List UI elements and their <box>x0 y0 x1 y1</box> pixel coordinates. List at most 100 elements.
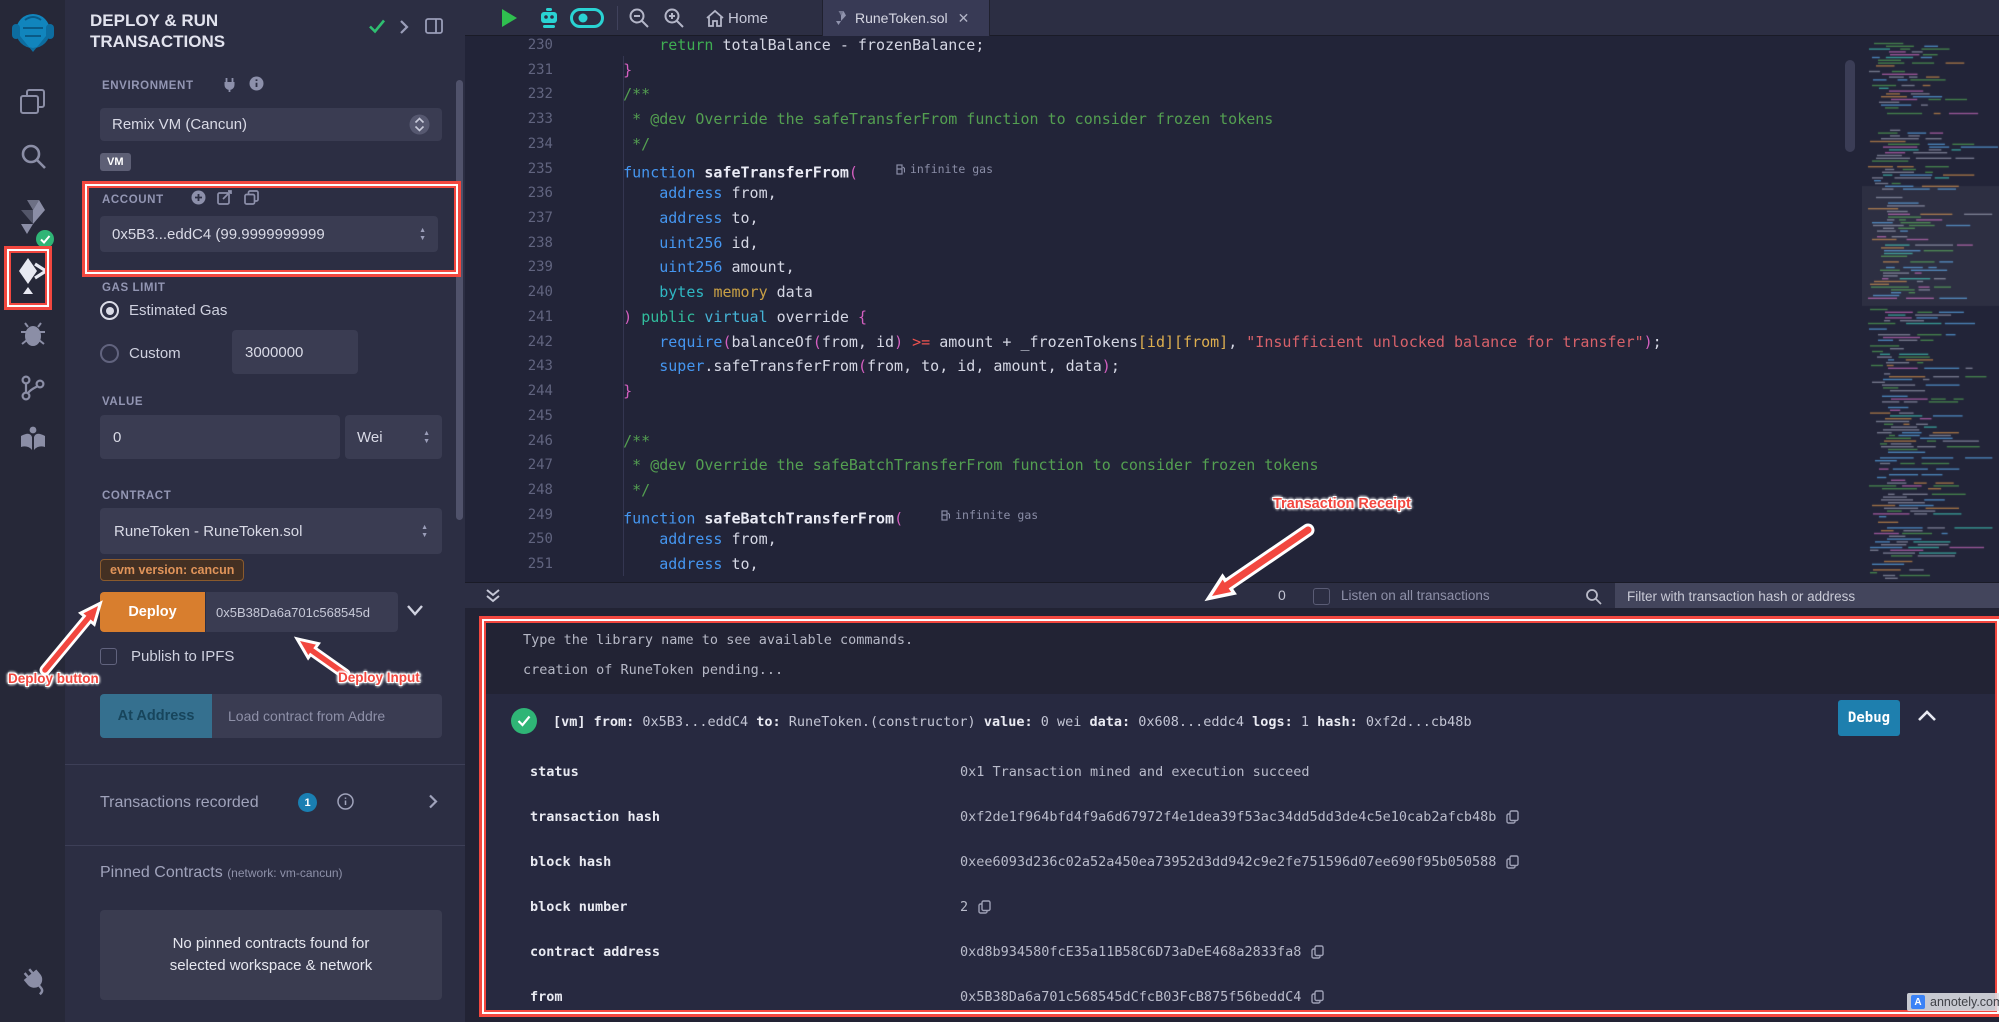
code-line-250[interactable]: 250 address from, <box>465 527 1999 552</box>
account-sign-icon[interactable] <box>217 190 233 205</box>
code-line-230[interactable]: 230 return totalBalance - frozenBalance; <box>465 36 1999 58</box>
ai-assistant-icon[interactable] <box>537 0 561 36</box>
search-icon[interactable] <box>0 142 65 170</box>
home-tab[interactable]: Home <box>728 0 768 36</box>
transactions-info-icon[interactable] <box>337 793 354 810</box>
copy-icon[interactable] <box>1506 855 1519 869</box>
environment-plug-icon[interactable] <box>223 77 236 92</box>
line-number: 240 <box>465 280 553 305</box>
contract-stepper-icon: ▲▼ <box>421 524 428 539</box>
file-explorer-icon[interactable] <box>0 88 65 115</box>
annotely-logo-icon: A <box>1911 995 1925 1009</box>
code-editor[interactable]: 230 return totalBalance - frozenBalance;… <box>465 36 1999 582</box>
account-add-icon[interactable] <box>191 190 206 205</box>
plugin-manager-icon[interactable] <box>0 968 65 998</box>
remix-logo-icon[interactable] <box>0 8 65 58</box>
code-line-233[interactable]: 233 * @dev Override the safeTransferFrom… <box>465 107 1999 132</box>
zoom-in-icon[interactable] <box>663 0 685 36</box>
filter-input[interactable] <box>1615 583 1999 609</box>
transactions-expand-icon[interactable] <box>428 794 438 809</box>
code-line-236[interactable]: 236 address from, <box>465 181 1999 206</box>
panel-check-icon <box>368 18 386 34</box>
code-line-245[interactable]: 245 <box>465 404 1999 429</box>
run-script-icon[interactable] <box>500 0 518 36</box>
solidity-compiler-icon[interactable] <box>0 198 65 236</box>
code-text: address from, <box>587 181 777 206</box>
code-line-251[interactable]: 251 address to, <box>465 552 1999 577</box>
custom-gas-radio[interactable] <box>100 344 119 363</box>
panel-layout-icon[interactable] <box>425 18 443 34</box>
code-line-243[interactable]: 243 super.safeTransferFrom(from, to, id,… <box>465 354 1999 379</box>
custom-gas-input[interactable] <box>232 330 358 374</box>
code-line-244[interactable]: 244 } <box>465 379 1999 404</box>
code-line-234[interactable]: 234 */ <box>465 132 1999 157</box>
transaction-summary[interactable]: [vm] from: 0x5B3...eddC4 to: RuneToken.(… <box>553 714 1472 730</box>
estimated-gas-radio[interactable] <box>100 301 119 320</box>
code-line-246[interactable]: 246 /** <box>465 429 1999 454</box>
tab-label: RuneToken.sol <box>855 10 948 26</box>
line-number: 246 <box>465 429 553 454</box>
terminal-search-icon[interactable] <box>1585 588 1602 605</box>
zoom-out-icon[interactable] <box>628 0 650 36</box>
panel-expand-icon[interactable] <box>399 20 409 34</box>
code-text: require(balanceOf(from, id) >= amount + … <box>587 330 1662 355</box>
account-select[interactable]: 0x5B3...eddC4 (99.9999999999 ▲▼ <box>100 216 438 252</box>
deploy-input[interactable] <box>206 592 398 632</box>
listen-all-checkbox[interactable] <box>1313 588 1330 605</box>
receipt-key: transaction hash <box>530 809 660 825</box>
collapse-terminal-icon[interactable] <box>485 588 501 604</box>
environment-info-icon[interactable] <box>249 76 264 91</box>
publish-ipfs-checkbox[interactable] <box>100 648 117 665</box>
line-number: 248 <box>465 478 553 503</box>
collapse-receipt-icon[interactable] <box>1917 710 1937 722</box>
tab-close-icon[interactable]: ✕ <box>958 11 970 25</box>
code-line-239[interactable]: 239 uint256 amount, <box>465 255 1999 280</box>
code-line-235[interactable]: 235 function safeTransferFrom(infinite g… <box>465 157 1999 182</box>
panel-scrollbar[interactable] <box>456 80 463 520</box>
deploy-button[interactable]: Deploy <box>100 592 205 632</box>
ai-toggle-icon[interactable] <box>570 0 604 36</box>
line-number: 243 <box>465 354 553 379</box>
code-line-249[interactable]: 249 function safeBatchTransferFrom(infin… <box>465 503 1999 528</box>
value-unit-select[interactable]: Wei ▲▼ <box>345 415 442 459</box>
code-line-231[interactable]: 231 } <box>465 58 1999 83</box>
code-text: ) public virtual override { <box>587 305 867 330</box>
environment-label: ENVIRONMENT <box>102 80 194 92</box>
code-line-242[interactable]: 242 require(balanceOf(from, id) >= amoun… <box>465 330 1999 355</box>
code-line-248[interactable]: 248 */ <box>465 478 1999 503</box>
tab-runetoken-sol[interactable]: RuneToken.sol ✕ <box>822 0 990 36</box>
at-address-input[interactable] <box>212 694 442 738</box>
learneth-icon[interactable] <box>0 424 65 454</box>
value-input[interactable] <box>100 415 340 459</box>
minimap[interactable] <box>1862 36 1999 582</box>
git-icon[interactable] <box>0 374 65 402</box>
contract-select[interactable]: RuneToken - RuneToken.sol ▲▼ <box>100 508 442 554</box>
code-line-232[interactable]: 232 /** <box>465 82 1999 107</box>
copy-icon[interactable] <box>1311 945 1324 959</box>
code-line-237[interactable]: 237 address to, <box>465 206 1999 231</box>
watermark: A annotely.com <box>1907 993 1999 1011</box>
home-icon[interactable] <box>705 0 725 36</box>
account-copy-icon[interactable] <box>244 190 259 205</box>
code-text: uint256 id, <box>587 231 759 256</box>
code-text: * @dev Override the safeTransferFrom fun… <box>587 107 1273 132</box>
copy-icon[interactable] <box>978 900 991 914</box>
at-address-button[interactable]: At Address <box>100 694 212 738</box>
environment-select[interactable]: Remix VM (Cancun) <box>100 108 442 141</box>
code-line-247[interactable]: 247 * @dev Override the safeBatchTransfe… <box>465 453 1999 478</box>
copy-icon[interactable] <box>1506 810 1519 824</box>
pinned-empty-message: No pinned contracts found for selected w… <box>100 910 442 1000</box>
code-text: address from, <box>587 527 777 552</box>
deploy-run-icon[interactable] <box>0 256 65 296</box>
code-line-238[interactable]: 238 uint256 id, <box>465 231 1999 256</box>
debugger-icon[interactable] <box>0 320 65 348</box>
debug-button[interactable]: Debug <box>1838 700 1900 736</box>
editor-scrollbar[interactable] <box>1845 60 1855 152</box>
deploy-expand-icon[interactable] <box>406 604 424 616</box>
code-line-240[interactable]: 240 bytes memory data <box>465 280 1999 305</box>
copy-icon[interactable] <box>1311 990 1324 1004</box>
terminal[interactable]: Type the library name to see available c… <box>465 608 1999 1022</box>
editor-topbar: Home RuneToken.sol ✕ <box>465 0 1999 36</box>
code-line-241[interactable]: 241 ) public virtual override { <box>465 305 1999 330</box>
code-text: bytes memory data <box>587 280 813 305</box>
